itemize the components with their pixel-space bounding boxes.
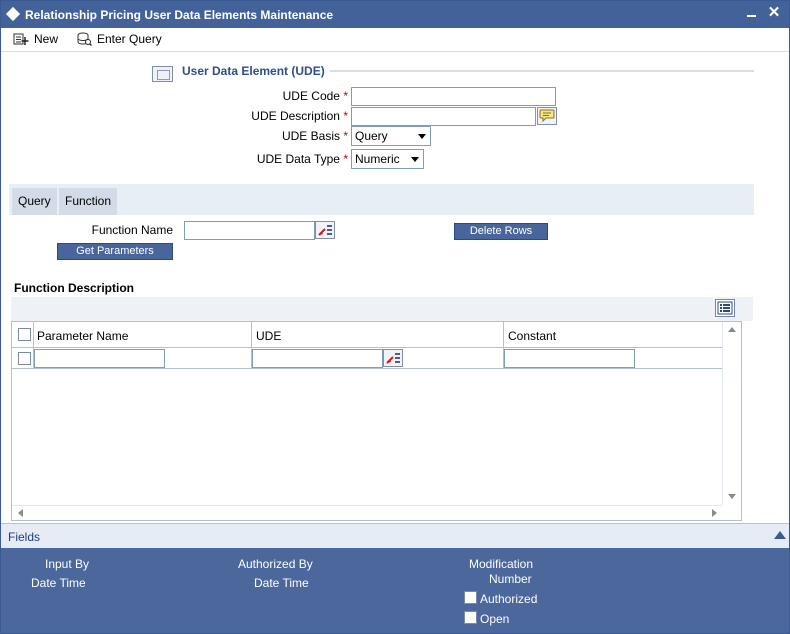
authorized-by-label: Authorized By <box>238 557 313 571</box>
ude-section-header: User Data Element (UDE) <box>152 63 756 83</box>
function-description-grid: Parameter Name UDE Constant <box>11 321 742 521</box>
ude-description-input[interactable] <box>351 107 536 126</box>
ude-input[interactable] <box>252 349 383 368</box>
chevron-down-icon <box>411 157 419 162</box>
ude-code-label: UDE Code * <box>251 89 348 103</box>
required-marker: * <box>343 89 348 103</box>
function-description-toolbar <box>11 297 753 321</box>
section-divider <box>330 70 754 72</box>
open-label: Open <box>480 612 510 626</box>
open-checkbox[interactable] <box>464 611 477 624</box>
ude-data-type-select[interactable]: Numeric <box>351 149 424 169</box>
function-name-input[interactable] <box>184 221 315 240</box>
ude-basis-label: UDE Basis * <box>251 129 348 143</box>
ude-description-label-text: UDE Description <box>251 109 340 123</box>
parameter-name-input[interactable] <box>34 349 165 368</box>
new-icon <box>13 33 29 45</box>
required-marker: * <box>343 152 348 166</box>
tab-function[interactable]: Function <box>59 188 118 215</box>
tab-bar: Query Function <box>9 184 754 215</box>
ude-code-label-text: UDE Code <box>282 89 340 103</box>
row-select-checkbox[interactable] <box>18 352 31 365</box>
ude-basis-select[interactable]: Query <box>351 126 431 146</box>
column-header-parameter-name: Parameter Name <box>37 329 129 343</box>
input-date-time-label: Date Time <box>31 576 86 590</box>
required-marker: * <box>343 109 348 123</box>
fields-bar: Fields <box>1 523 789 548</box>
section-title: User Data Element (UDE) <box>182 64 325 78</box>
ude-description-label: UDE Description * <box>231 109 348 123</box>
list-of-values-icon <box>386 353 400 364</box>
audit-footer: Input By Date Time Authorized By Date Ti… <box>1 548 789 633</box>
ude-basis-value: Query <box>355 129 388 143</box>
scroll-up-icon[interactable] <box>728 327 736 332</box>
authorized-checkbox[interactable] <box>464 591 477 604</box>
enter-query-label: Enter Query <box>97 32 162 46</box>
input-by-label: Input By <box>45 557 90 571</box>
title-bar: Relationship Pricing User Data Elements … <box>1 1 789 28</box>
fields-link[interactable]: Fields <box>8 530 40 544</box>
column-header-constant: Constant <box>508 329 557 343</box>
authorized-label: Authorized <box>480 592 538 606</box>
scroll-left-icon[interactable] <box>18 509 23 517</box>
close-icon[interactable]: ✕ <box>766 4 782 22</box>
new-label: New <box>34 32 59 46</box>
minimize-icon[interactable] <box>745 8 759 22</box>
ude-lov-button[interactable] <box>383 349 403 367</box>
window-title: Relationship Pricing User Data Elements … <box>25 8 334 22</box>
scroll-right-icon[interactable] <box>712 509 717 517</box>
expand-up-icon[interactable] <box>773 528 787 542</box>
row-divider <box>12 368 722 369</box>
function-name-lov-button[interactable] <box>315 221 335 239</box>
window-diamond-icon <box>5 6 21 22</box>
column-header-ude: UDE <box>256 329 282 343</box>
list-of-values-icon <box>318 225 332 236</box>
section-collapse-icon[interactable] <box>152 66 173 82</box>
enter-query-button[interactable]: Enter Query <box>76 30 166 48</box>
authorized-date-time-label: Date Time <box>254 576 309 590</box>
description-editor-button[interactable] <box>537 107 557 125</box>
select-all-checkbox[interactable] <box>18 328 31 341</box>
chevron-down-icon <box>418 134 426 139</box>
speech-bubble-icon <box>539 109 555 123</box>
function-description-title: Function Description <box>14 281 134 295</box>
vertical-scrollbar[interactable] <box>722 322 741 505</box>
constant-input[interactable] <box>504 349 635 368</box>
new-button[interactable]: New <box>13 30 63 48</box>
ude-data-type-label-text: UDE Data Type <box>256 152 340 166</box>
maintenance-window: Relationship Pricing User Data Elements … <box>0 0 790 634</box>
function-name-label: Function Name <box>91 223 173 237</box>
ude-data-type-label: UDE Data Type * <box>231 152 348 166</box>
get-parameters-button[interactable]: Get Parameters <box>57 243 173 260</box>
ude-data-type-value: Numeric <box>355 152 400 166</box>
grid-header-row: Parameter Name UDE Constant <box>12 322 722 348</box>
table-icon <box>717 301 733 315</box>
required-marker: * <box>343 129 348 143</box>
ude-code-input[interactable] <box>351 87 556 106</box>
enter-query-icon <box>77 32 92 46</box>
tab-query[interactable]: Query <box>12 188 57 215</box>
scroll-down-icon[interactable] <box>728 494 736 499</box>
ude-basis-label-text: UDE Basis <box>281 129 340 143</box>
number-label: Number <box>489 572 532 586</box>
modification-label: Modification <box>469 557 534 571</box>
grid-settings-button[interactable] <box>715 299 735 317</box>
toolbar: New Enter Query <box>1 28 789 52</box>
horizontal-scrollbar[interactable] <box>12 505 722 520</box>
delete-rows-button[interactable]: Delete Rows <box>454 223 548 240</box>
